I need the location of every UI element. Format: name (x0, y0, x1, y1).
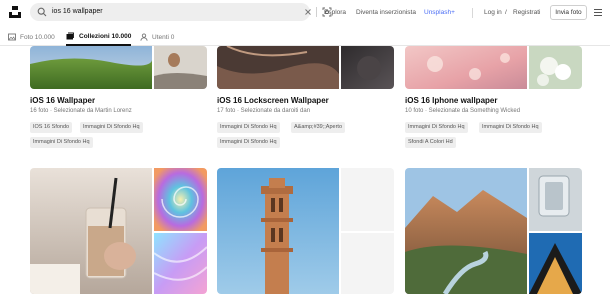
tab-users-label: Utenti 0 (152, 33, 175, 41)
search-bar[interactable]: ios 16 wallpaper (30, 3, 332, 21)
top-navbar: ios 16 wallpaper Esplora Diventa inserzi… (0, 0, 610, 26)
tab-users[interactable]: Utenti 0 (140, 28, 174, 46)
cover-photo-side (529, 46, 582, 89)
search-divider (316, 7, 317, 17)
collection-card[interactable]: iOS 16 Iphone wallpaper 10 foto · Selezi… (405, 46, 582, 148)
unsplash-logo-icon[interactable] (9, 6, 21, 18)
collection-meta: 10 foto · Selezionate da Something Wicke… (405, 108, 521, 114)
tag[interactable]: Sfondi A Colori Hd (405, 137, 456, 148)
submit-photo-button[interactable]: Invia foto (550, 5, 587, 20)
collection-cover[interactable] (405, 168, 582, 294)
tag[interactable]: Immagini Di Sfondo Hq (217, 137, 280, 148)
nav-become-contributor[interactable]: Diventa inserzionista (356, 0, 416, 26)
collection-card[interactable] (217, 168, 394, 294)
search-tabs: Foto 10.000 Collezioni 10.000 Utenti 0 (0, 28, 610, 46)
search-input[interactable]: ios 16 wallpaper (52, 3, 103, 21)
collection-card[interactable]: iOS 16 Lockscreen Wallpaper 17 foto · Se… (217, 46, 394, 148)
tab-collections-label: Collezioni 10.000 (79, 32, 132, 40)
collection-meta: 17 foto · Selezionate da daroiti dan (217, 108, 311, 114)
users-icon (140, 33, 148, 41)
collection-title[interactable]: iOS 16 Iphone wallpaper (405, 96, 497, 105)
collection-icon (66, 32, 74, 40)
cover-photo-side (341, 46, 394, 89)
collection-title[interactable]: iOS 16 Lockscreen Wallpaper (217, 96, 329, 105)
cover-photo-side (529, 233, 582, 294)
clear-icon[interactable] (303, 7, 313, 17)
nav-explore[interactable]: Esplora (324, 0, 346, 26)
collection-cover[interactable] (217, 46, 394, 89)
collection-card[interactable]: iOS 16 Wallpaper 16 foto · Selezionate d… (30, 46, 207, 148)
cover-photo-side (154, 168, 207, 231)
tag[interactable]: Immagini Di Sfondo Hq (405, 122, 468, 133)
tag[interactable]: Immagini Di Sfondo Hq (479, 122, 542, 133)
nav-divider (472, 8, 473, 18)
collection-card[interactable] (405, 168, 582, 294)
nav-signup[interactable]: Registrati (513, 0, 540, 26)
cover-photo-side (341, 233, 394, 294)
tag[interactable]: Immagini Di Sfondo Hq (217, 122, 280, 133)
search-icon (37, 7, 47, 17)
tab-photos[interactable]: Foto 10.000 (8, 28, 55, 46)
collection-cover[interactable] (405, 46, 582, 89)
nav-login-signup-separator: / (505, 9, 507, 16)
collection-cover[interactable] (30, 46, 207, 89)
collection-meta: 16 foto · Selezionate da Martin Lorenz (30, 108, 132, 114)
cover-photo-main (30, 46, 152, 89)
cover-photo-main (30, 168, 152, 294)
cover-photo-side (154, 233, 207, 294)
tag[interactable]: Immagini Di Sfondo Hq (30, 137, 93, 148)
collection-title[interactable]: iOS 16 Wallpaper (30, 96, 95, 105)
nav-login[interactable]: Log in (484, 0, 502, 26)
collection-card[interactable] (30, 168, 207, 294)
collection-cover[interactable] (30, 168, 207, 294)
tab-photos-label: Foto 10.000 (20, 33, 55, 41)
photo-icon (8, 33, 16, 41)
tab-collections[interactable]: Collezioni 10.000 (66, 28, 132, 46)
cover-photo-main (405, 168, 527, 294)
cover-photo-main (405, 46, 527, 89)
tag[interactable]: A&amp;#39;;Aperto (291, 122, 346, 133)
cover-photo-side (154, 46, 207, 89)
nav-unsplash-plus[interactable]: Unsplash+ (424, 0, 455, 26)
menu-icon[interactable] (594, 9, 602, 16)
tag[interactable]: Immagini Di Sfondo Hq (80, 122, 143, 133)
cover-photo-side (529, 168, 582, 231)
cover-photo-side (341, 168, 394, 231)
cover-photo-main (217, 46, 339, 89)
collection-cover[interactable] (217, 168, 394, 294)
cover-photo-main (217, 168, 339, 294)
tag[interactable]: IOS 16 Sfondo (30, 122, 73, 133)
